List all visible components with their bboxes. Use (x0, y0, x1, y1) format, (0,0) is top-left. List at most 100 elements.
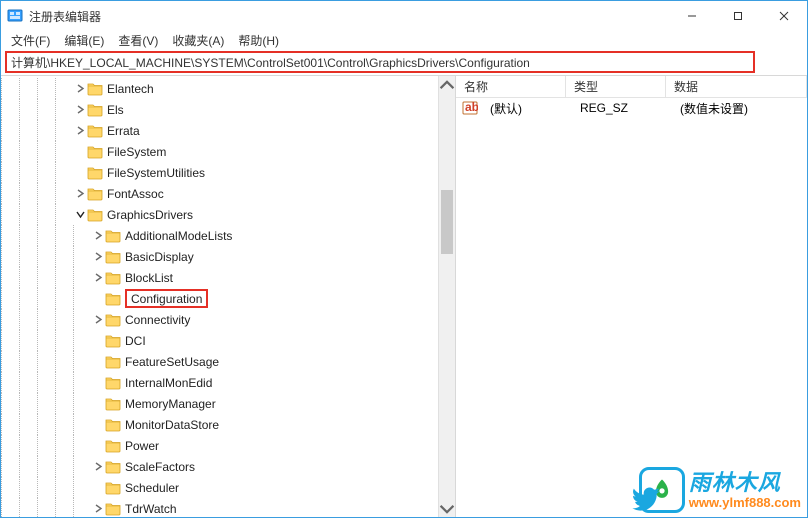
tree-item-label: FileSystem (107, 145, 166, 159)
watermark: 雨林木风 www.ylmf888.com (639, 467, 801, 513)
menu-file[interactable]: 文件(F) (5, 30, 56, 51)
folder-icon (105, 355, 121, 369)
chevron-right-icon[interactable] (91, 462, 105, 471)
tree-item-label: ScaleFactors (125, 460, 195, 474)
tree-item[interactable]: FeatureSetUsage (1, 351, 455, 372)
tree-item-label: Connectivity (125, 313, 190, 327)
folder-icon (87, 103, 103, 117)
folder-icon (87, 82, 103, 96)
close-button[interactable] (761, 1, 807, 31)
tree-item[interactable]: Connectivity (1, 309, 455, 330)
tree-item[interactable]: GraphicsDrivers (1, 204, 455, 225)
tree-item-label: Power (125, 439, 159, 453)
folder-icon (105, 250, 121, 264)
tree-item-label: MemoryManager (125, 397, 216, 411)
watermark-badge-icon (639, 467, 685, 513)
folder-icon (105, 439, 121, 453)
menu-view[interactable]: 查看(V) (112, 30, 164, 51)
folder-icon (105, 502, 121, 516)
folder-icon (105, 397, 121, 411)
tree-item[interactable]: Els (1, 99, 455, 120)
value-data: (数值未设置) (672, 100, 807, 117)
folder-icon (105, 292, 121, 306)
folder-icon (87, 124, 103, 138)
tree-item[interactable]: Scheduler (1, 477, 455, 498)
chevron-right-icon[interactable] (91, 231, 105, 240)
tree-item[interactable]: AdditionalModeLists (1, 225, 455, 246)
watermark-url: www.ylmf888.com (689, 496, 801, 509)
window-title: 注册表编辑器 (29, 8, 101, 25)
svg-text:ab: ab (465, 100, 478, 114)
folder-icon (105, 376, 121, 390)
scroll-down-icon[interactable] (439, 500, 455, 517)
chevron-right-icon[interactable] (73, 126, 87, 135)
folder-icon (105, 271, 121, 285)
tree-item[interactable]: FileSystem (1, 141, 455, 162)
tree-scrollbar[interactable] (438, 76, 455, 517)
folder-icon (87, 166, 103, 180)
col-type[interactable]: 类型 (566, 76, 666, 97)
chevron-right-icon[interactable] (73, 84, 87, 93)
minimize-button[interactable] (669, 1, 715, 31)
col-data[interactable]: 数据 (666, 76, 807, 97)
scroll-thumb[interactable] (441, 190, 453, 254)
scroll-up-icon[interactable] (439, 76, 455, 93)
tree-item[interactable]: FontAssoc (1, 183, 455, 204)
folder-icon (105, 481, 121, 495)
folder-icon (105, 460, 121, 474)
chevron-right-icon[interactable] (73, 189, 87, 198)
tree-item[interactable]: Configuration (1, 288, 455, 309)
tree-item[interactable]: BlockList (1, 267, 455, 288)
tree-item[interactable]: InternalMonEdid (1, 372, 455, 393)
tree-item-label: Elantech (107, 82, 154, 96)
folder-icon (87, 145, 103, 159)
folder-icon (105, 229, 121, 243)
tree-item-label: GraphicsDrivers (107, 208, 193, 222)
chevron-right-icon[interactable] (91, 504, 105, 513)
list-pane: 名称 类型 数据 ab (默认)REG_SZ(数值未设置) (456, 76, 807, 517)
string-value-icon: ab (462, 100, 478, 116)
tree-item-label: DCI (125, 334, 146, 348)
tree-item-label: TdrWatch (125, 502, 177, 516)
menu-help[interactable]: 帮助(H) (232, 30, 285, 51)
address-bar[interactable]: 计算机\HKEY_LOCAL_MACHINE\SYSTEM\ControlSet… (5, 51, 755, 73)
folder-icon (105, 334, 121, 348)
tree-item[interactable]: ScaleFactors (1, 456, 455, 477)
tree-item[interactable]: FileSystemUtilities (1, 162, 455, 183)
folder-icon (105, 313, 121, 327)
tree-item[interactable]: Elantech (1, 78, 455, 99)
list-row[interactable]: ab (默认)REG_SZ(数值未设置) (456, 98, 807, 118)
value-type: REG_SZ (572, 101, 672, 115)
chevron-right-icon[interactable] (91, 315, 105, 324)
chevron-right-icon[interactable] (73, 105, 87, 114)
tree-item[interactable]: BasicDisplay (1, 246, 455, 267)
tree-item-label: AdditionalModeLists (125, 229, 232, 243)
menu-favorites[interactable]: 收藏夹(A) (166, 30, 230, 51)
list-header: 名称 类型 数据 (456, 76, 807, 98)
tree-item[interactable]: Errata (1, 120, 455, 141)
tree-item-label: Errata (107, 124, 140, 138)
tree-item-label: FeatureSetUsage (125, 355, 219, 369)
tree-item-label: FontAssoc (107, 187, 164, 201)
tree-item-label: FileSystemUtilities (107, 166, 205, 180)
tree-pane: Elantech Els Errata FileSystem FileSystemUti… (1, 76, 456, 517)
chevron-right-icon[interactable] (91, 252, 105, 261)
tree-item[interactable]: Power (1, 435, 455, 456)
maximize-button[interactable] (715, 1, 761, 31)
tree-item-label: BlockList (125, 271, 173, 285)
chevron-down-icon[interactable] (73, 210, 87, 219)
value-name: (默认) (482, 100, 572, 117)
menubar: 文件(F) 编辑(E) 查看(V) 收藏夹(A) 帮助(H) (1, 31, 807, 51)
col-name[interactable]: 名称 (456, 76, 566, 97)
menu-edit[interactable]: 编辑(E) (58, 30, 110, 51)
tree-item[interactable]: TdrWatch (1, 498, 455, 517)
tree-item[interactable]: MemoryManager (1, 393, 455, 414)
titlebar: 注册表编辑器 (1, 1, 807, 31)
chevron-right-icon[interactable] (91, 273, 105, 282)
tree-item-label: Configuration (125, 289, 208, 308)
tree-item-label: MonitorDataStore (125, 418, 219, 432)
tree-item-label: Scheduler (125, 481, 179, 495)
tree-item-label: Els (107, 103, 124, 117)
tree-item[interactable]: MonitorDataStore (1, 414, 455, 435)
tree-item[interactable]: DCI (1, 330, 455, 351)
